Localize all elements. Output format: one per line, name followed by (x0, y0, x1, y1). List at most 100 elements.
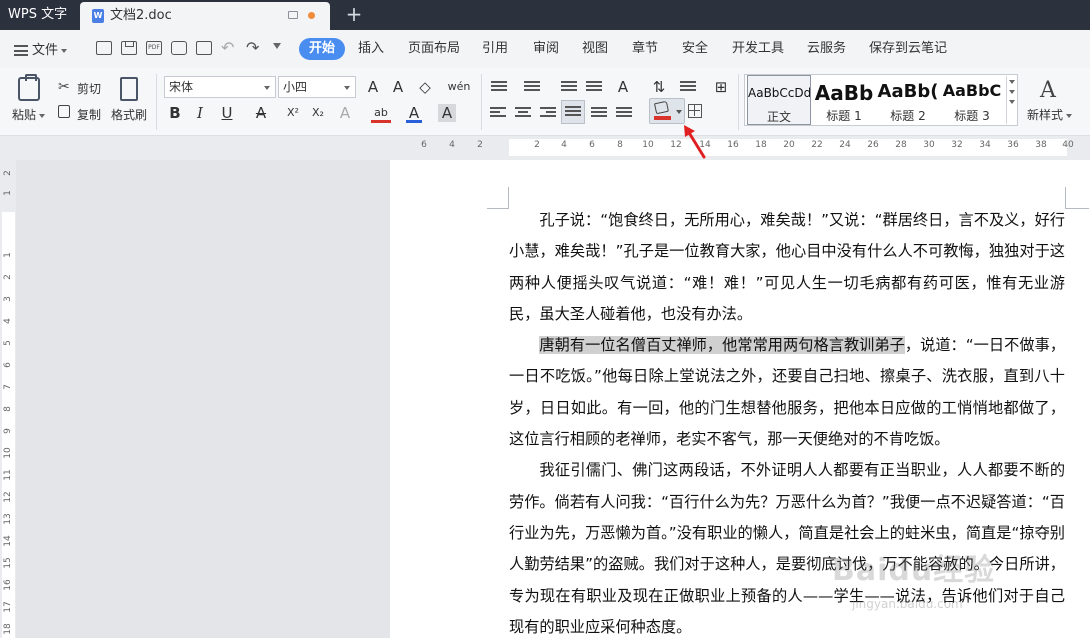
paragraph-1: 孔子说：“饱食终日，无所用心，难矣哉！”又说：“群居终日，言不及义，好行小慧，难… (509, 211, 1065, 323)
menu-tab-page-layout[interactable]: 页面布局 (408, 40, 460, 58)
strikethrough-button[interactable]: A (252, 104, 270, 122)
copy-icon[interactable] (58, 105, 70, 118)
borders-icon[interactable] (688, 104, 702, 118)
bullets-icon[interactable] (491, 81, 507, 93)
increase-indent-icon[interactable] (586, 81, 602, 93)
red-arrow-annotation (684, 125, 706, 159)
style-preview: AaBbC (942, 81, 1002, 100)
style-preview: AaBbCcDd (748, 86, 810, 100)
style-heading-3[interactable]: AaBbC 标题 3 (941, 75, 1003, 125)
table-icon[interactable]: ⊞ (712, 78, 730, 96)
new-style-button[interactable]: 新样式 (1027, 106, 1073, 123)
align-right-icon[interactable] (540, 107, 556, 119)
shrink-font-icon[interactable]: A (389, 78, 407, 96)
menu-tab-view[interactable]: 视图 (582, 40, 608, 58)
cut-button[interactable]: 剪切 (77, 80, 101, 97)
margin-corner-mark (1065, 187, 1089, 209)
font-size-select[interactable]: 小四 (278, 76, 356, 98)
line-spacing-icon[interactable] (616, 107, 632, 119)
print-icon[interactable] (171, 41, 187, 55)
subscript-button[interactable]: X₂ (307, 104, 329, 122)
paste-label: 粘贴 (12, 108, 37, 122)
style-name: 标题 2 (890, 109, 926, 123)
document-tab[interactable]: W 文档2.doc (80, 2, 330, 30)
format-painter-icon[interactable] (120, 77, 138, 101)
menu-tab-home[interactable]: 开始 (299, 38, 346, 60)
underline-button[interactable]: U (216, 104, 238, 122)
text-effect-button[interactable]: A (336, 104, 354, 122)
numbering-icon[interactable] (524, 81, 540, 93)
menu-tab-save-to-cloud-notes[interactable]: 保存到云笔记 (869, 40, 947, 58)
menu-tab-review[interactable]: 审阅 (533, 40, 559, 58)
menu-tab-developer[interactable]: 开发工具 (732, 40, 784, 58)
quick-access-more-icon[interactable] (273, 43, 281, 49)
font-color-bar (406, 120, 422, 123)
menu-tab-insert[interactable]: 插入 (358, 40, 384, 58)
text-direction-icon[interactable]: A (612, 78, 634, 96)
redo-icon[interactable]: ↷ (246, 40, 264, 56)
ruler-tick-label: 14 (3, 535, 13, 547)
menu-tab-references[interactable]: 引用 (482, 40, 508, 58)
style-heading-2[interactable]: AaBb( 标题 2 (877, 75, 939, 125)
superscript-button[interactable]: X² (282, 104, 304, 122)
highlight-label: ab (374, 106, 388, 119)
distributed-align-icon[interactable] (591, 107, 607, 119)
ruler-tick-label: 18 (755, 140, 767, 150)
sort-icon[interactable]: ⇅ (650, 78, 668, 96)
ruler-tick-label: 11 (3, 469, 13, 481)
paragraph-shading-button[interactable] (649, 98, 685, 124)
undo-icon[interactable]: ↶ (221, 40, 239, 56)
styles-scroll[interactable] (1006, 76, 1017, 124)
show-hide-marks-icon[interactable] (680, 81, 696, 93)
file-menu-button[interactable]: 文件 (14, 39, 68, 59)
ruler-tick-label: 8 (617, 140, 623, 150)
vertical-ruler[interactable]: 2 1 1 2 3 4 5 6 7 8 9 10 11 12 13 14 15 16 17 18 (0, 160, 16, 638)
save-icon[interactable] (121, 41, 137, 55)
ruler-tick-label: 18 (3, 623, 13, 635)
open-folder-icon[interactable] (96, 41, 112, 55)
align-left-icon[interactable] (490, 107, 506, 119)
italic-button[interactable]: I (191, 104, 209, 122)
document-icon: W (92, 9, 104, 23)
decrease-indent-icon[interactable] (561, 81, 577, 93)
paste-icon[interactable] (18, 74, 40, 101)
ruler-tick-label: 10 (642, 140, 654, 150)
selected-text: 唐朝有一位名僧百丈禅师，他常常用两句格言教训弟子 (539, 336, 905, 355)
clear-format-icon[interactable]: ◇ (416, 78, 434, 96)
menu-tab-section[interactable]: 章节 (632, 40, 658, 58)
window-mode-icon[interactable] (288, 11, 298, 19)
font-color-button[interactable]: A (405, 104, 423, 123)
document-title: 文档2.doc (110, 8, 172, 23)
ruler-tick-label: 7 (3, 384, 13, 390)
menu-tab-security[interactable]: 安全 (682, 40, 708, 58)
chevron-down-icon[interactable] (676, 110, 682, 114)
pinyin-guide-icon[interactable]: wén (444, 78, 474, 96)
format-painter-button[interactable]: 格式刷 (111, 106, 147, 123)
app-menu-tab[interactable]: WPS 文字 (0, 0, 78, 30)
style-preview: AaBb( (877, 81, 939, 102)
new-style-icon[interactable]: A (1040, 78, 1056, 103)
bold-button[interactable]: B (166, 104, 184, 122)
ruler-tick-label: 20 (783, 140, 795, 150)
align-center-icon[interactable] (515, 107, 531, 119)
copy-button[interactable]: 复制 (77, 106, 101, 123)
font-name-select[interactable]: 宋体 (164, 76, 276, 98)
font-name-value: 宋体 (169, 80, 194, 94)
menu-tab-cloud[interactable]: 云服务 (807, 40, 846, 58)
highlight-button[interactable]: ab (370, 104, 392, 123)
justify-button[interactable] (561, 100, 585, 124)
style-normal[interactable]: AaBbCcDd 正文 (747, 75, 811, 125)
char-shading-button[interactable]: A (438, 104, 456, 122)
grow-font-icon[interactable]: A (364, 78, 382, 96)
new-tab-button[interactable]: + (344, 3, 364, 27)
style-heading-1[interactable]: AaBb 标题 1 (813, 75, 875, 125)
horizontal-ruler[interactable]: 6 4 2 2 4 6 8 10 12 14 16 18 20 22 24 26 28 30 32 34 36 38 40 (0, 136, 1090, 160)
paste-button[interactable]: 粘贴 (12, 106, 46, 123)
scissors-icon[interactable]: ✂ (58, 80, 70, 94)
ruler-tick-label: 17 (3, 601, 13, 613)
ruler-tick-label: 3 (3, 296, 13, 302)
ruler-tick-label: 38 (1035, 140, 1047, 150)
print-preview-icon[interactable] (196, 41, 212, 55)
export-pdf-icon[interactable]: PDF (146, 41, 162, 55)
style-preview: AaBb (814, 81, 874, 105)
